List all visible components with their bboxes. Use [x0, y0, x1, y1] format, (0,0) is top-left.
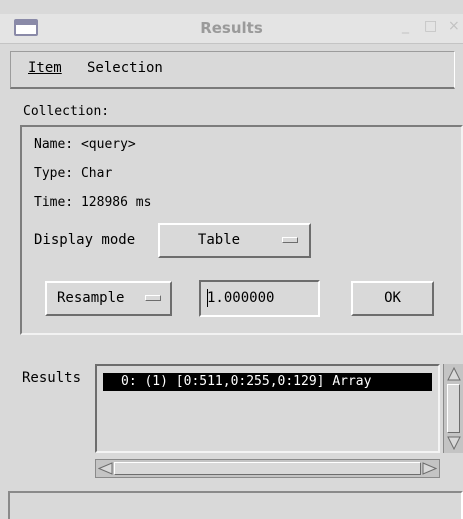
ok-button[interactable]: OK	[351, 281, 434, 316]
close-icon[interactable]: ×	[448, 18, 460, 34]
results-label: Results	[22, 370, 82, 386]
horizontal-scrollbar[interactable]	[95, 459, 440, 478]
display-mode-value: Table	[197, 232, 241, 248]
display-mode-label: Display mode	[34, 232, 136, 248]
collection-name: Name: <query>	[34, 137, 136, 152]
menu-item[interactable]: Item	[28, 60, 62, 76]
menu-selection[interactable]: Selection	[87, 60, 163, 76]
title-bar[interactable]: Results _ □ ×	[0, 14, 463, 44]
collection-label: Collection:	[23, 104, 110, 119]
status-bar	[8, 491, 463, 519]
option-menu-indicator-icon	[282, 237, 298, 243]
scroll-right-arrow-icon[interactable]	[422, 462, 437, 475]
display-mode-select[interactable]: Table	[158, 223, 311, 258]
menu-bar: Item Selection	[10, 51, 455, 89]
scroll-left-arrow-icon[interactable]	[98, 462, 113, 475]
option-menu-indicator-icon	[145, 295, 161, 301]
resample-select[interactable]: Resample	[45, 281, 172, 316]
ok-label: OK	[384, 290, 401, 306]
collection-time: Time: 128986 ms	[34, 195, 152, 210]
window-title: Results	[200, 19, 263, 37]
vertical-scroll-thumb[interactable]	[447, 384, 460, 433]
resample-factor-input[interactable]: 1.000000	[199, 280, 320, 317]
list-item[interactable]: 0: (1) [0:511,0:255,0:129] Array	[103, 373, 432, 391]
scroll-up-arrow-icon[interactable]	[447, 367, 461, 381]
horizontal-scroll-thumb[interactable]	[114, 462, 421, 475]
collection-type: Type: Char	[34, 166, 113, 181]
maximize-icon[interactable]: □	[424, 18, 437, 34]
resample-label: Resample	[57, 290, 125, 306]
vertical-scrollbar[interactable]	[443, 364, 463, 453]
results-list[interactable]: 0: (1) [0:511,0:255,0:129] Array	[95, 364, 440, 453]
scroll-down-arrow-icon[interactable]	[447, 436, 461, 450]
minimize-icon[interactable]: _	[402, 18, 409, 34]
resample-factor-value: 1.000000	[207, 290, 275, 306]
